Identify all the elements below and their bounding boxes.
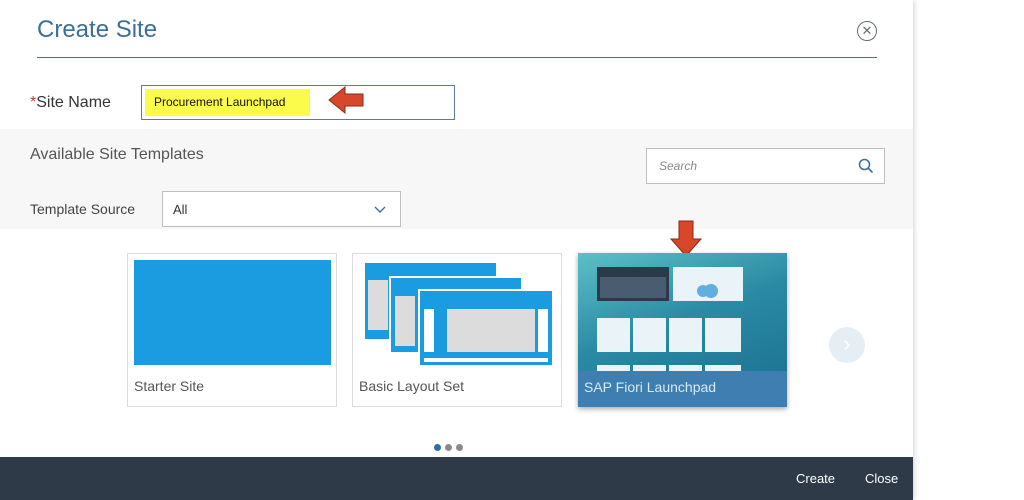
template-card-label: Basic Layout Set (359, 378, 465, 394)
annotation-arrow-left-icon (328, 85, 364, 115)
site-name-value: Procurement Launchpad (145, 89, 310, 116)
template-card-label: Starter Site (134, 378, 205, 394)
template-card-basic-layout-set[interactable]: Basic Layout Set (352, 253, 562, 407)
title-divider (37, 57, 877, 58)
site-name-label-text: Site Name (36, 94, 111, 111)
site-name-label: *Site Name (30, 94, 111, 112)
pagination-dot[interactable] (456, 444, 463, 451)
dialog-title: Create Site (37, 16, 158, 43)
pagination-dot[interactable] (434, 444, 441, 451)
chevron-down-icon (374, 206, 386, 213)
create-button[interactable]: Create (796, 471, 835, 486)
site-name-input[interactable]: Procurement Launchpad (141, 85, 455, 120)
starter-site-thumbnail (134, 260, 331, 365)
template-card-starter-site[interactable]: Starter Site (127, 253, 337, 407)
template-source-label: Template Source (30, 201, 136, 217)
fiori-launchpad-thumbnail (597, 267, 743, 371)
next-page-chevron-right-icon[interactable]: › (829, 327, 865, 363)
template-card-sap-fiori-launchpad[interactable]: SAP Fiori Launchpad (578, 253, 787, 407)
template-source-value: All (173, 202, 188, 217)
templates-heading: Available Site Templates (30, 146, 204, 163)
close-icon[interactable]: ✕ (857, 21, 877, 41)
template-source-select[interactable]: All (162, 191, 401, 227)
search-input[interactable]: Search (646, 148, 885, 184)
template-card-label: SAP Fiori Launchpad (584, 379, 717, 395)
basic-layout-thumbnail (365, 263, 554, 367)
close-button[interactable]: Close (865, 471, 898, 486)
carousel-pagination (434, 438, 467, 451)
create-site-dialog: Create Site ✕ *Site Name Procurement Lau… (0, 0, 913, 500)
dialog-footer: Create Close (0, 457, 913, 500)
search-icon[interactable] (858, 158, 874, 174)
search-placeholder: Search (659, 159, 698, 173)
pagination-dot[interactable] (445, 444, 452, 451)
